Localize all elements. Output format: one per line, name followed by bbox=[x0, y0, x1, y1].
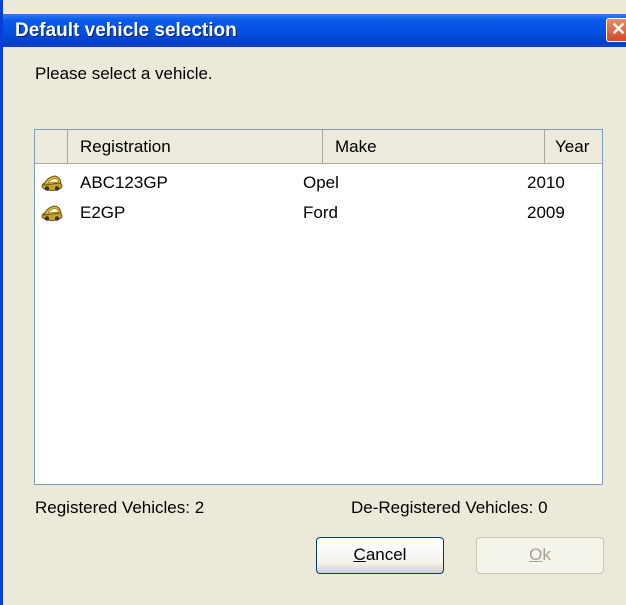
registered-vehicles-label: Registered Vehicles: bbox=[35, 498, 190, 517]
column-header-icon[interactable] bbox=[35, 130, 68, 163]
cell-make: Opel bbox=[303, 173, 339, 192]
column-header-registration[interactable]: Registration bbox=[68, 130, 323, 163]
registered-vehicles-count: 2 bbox=[194, 498, 205, 517]
close-button[interactable]: ✕ bbox=[606, 18, 626, 42]
cancel-button[interactable]: Cancel bbox=[316, 537, 444, 574]
list-header: Registration Make Year bbox=[35, 130, 602, 164]
column-header-year[interactable]: Year bbox=[545, 130, 602, 163]
cell-registration: ABC123GP bbox=[80, 173, 168, 192]
list-item[interactable]: E2GP Ford 2009 bbox=[35, 200, 602, 226]
close-icon: ✕ bbox=[611, 19, 626, 39]
ok-label-rest: k bbox=[542, 545, 551, 564]
window-title: Default vehicle selection bbox=[15, 20, 237, 41]
registered-vehicles-status: Registered Vehicles: 2 bbox=[35, 498, 204, 518]
dialog-window: Default vehicle selection ✕ Please selec… bbox=[0, 0, 626, 605]
cell-year: 2009 bbox=[527, 203, 565, 222]
vehicle-list[interactable]: Registration Make Year ABC123GP Opel 201… bbox=[34, 129, 603, 485]
prompt-label: Please select a vehicle. bbox=[35, 64, 213, 83]
car-icon bbox=[41, 175, 63, 191]
cell-year: 2010 bbox=[527, 173, 565, 192]
list-item[interactable]: ABC123GP Opel 2010 bbox=[35, 170, 602, 196]
ok-mnemonic: O bbox=[529, 545, 543, 564]
cancel-mnemonic: C bbox=[353, 545, 366, 564]
cell-make: Ford bbox=[303, 203, 338, 222]
cell-registration: E2GP bbox=[80, 203, 126, 222]
ok-button[interactable]: Ok bbox=[476, 537, 604, 574]
column-header-make[interactable]: Make bbox=[323, 130, 545, 163]
car-icon bbox=[41, 205, 63, 221]
cancel-label-rest: ancel bbox=[365, 545, 407, 564]
title-bar[interactable]: Default vehicle selection ✕ bbox=[3, 14, 626, 47]
deregistered-vehicles-status: De-Registered Vehicles: 0 bbox=[351, 498, 548, 518]
deregistered-vehicles-count: 0 bbox=[538, 498, 548, 517]
deregistered-vehicles-label: De-Registered Vehicles: bbox=[351, 498, 534, 517]
